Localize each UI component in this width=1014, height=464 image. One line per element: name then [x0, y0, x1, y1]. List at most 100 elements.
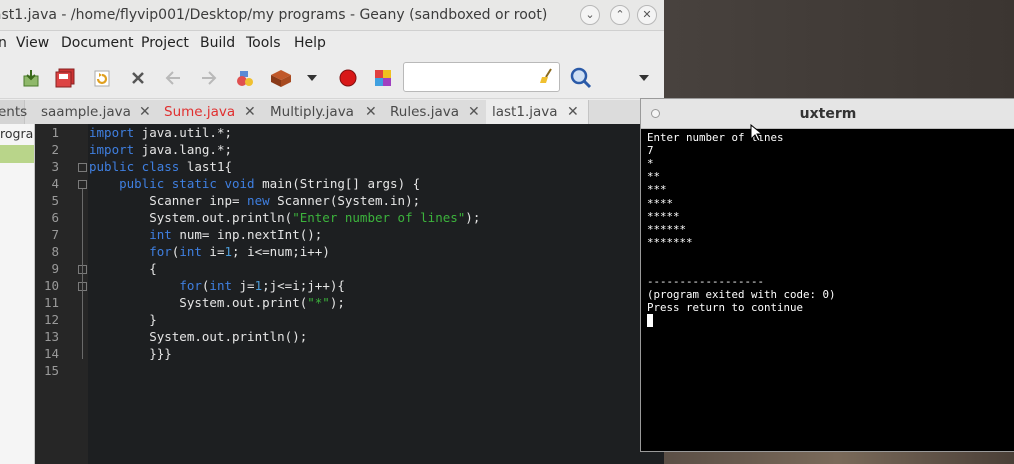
code-token: java.lang.*; [134, 142, 232, 157]
document-tabs: ents saample.java ✕ Sume.java ✕ Multiply… [0, 100, 664, 125]
minimize-button[interactable]: ⌄ [580, 5, 600, 25]
fold-guide-line [82, 189, 83, 359]
terminal-line: ***** [647, 209, 680, 223]
code-token: } [89, 312, 157, 327]
close-icon: ✕ [642, 8, 652, 21]
line-number: 6 [51, 210, 59, 225]
window-title: last1.java - /home/flyvip001/Desktop/my … [0, 7, 548, 23]
revert-icon [94, 70, 110, 87]
uxterm-title: uxterm [799, 106, 857, 122]
line-number: 8 [51, 244, 59, 259]
save-all-button[interactable] [18, 66, 44, 90]
code-line: int num= inp.nextInt(); [89, 227, 322, 242]
sidebar-item-selected[interactable] [0, 145, 34, 163]
line-number: 9 [51, 261, 59, 276]
code-line: }}} [89, 346, 172, 361]
sidebar-item-programs[interactable]: rograms [0, 126, 34, 144]
terminal-line: 7 [647, 144, 654, 158]
line-number: 10 [43, 278, 59, 293]
code-token: main(String[] args) { [254, 176, 421, 191]
find-icon [570, 67, 592, 89]
forward-icon [202, 71, 217, 85]
terminal-line: ------------------ [647, 275, 765, 289]
menu-help[interactable]: Help [294, 35, 326, 51]
compile-button[interactable] [232, 66, 258, 90]
menu-tools[interactable]: Tools [246, 35, 281, 51]
menu-document[interactable]: Document [61, 35, 134, 51]
code-token: ); [329, 295, 345, 310]
maximize-button[interactable]: ⌃ [610, 5, 630, 25]
tab-multiply[interactable]: Multiply.java ✕ [264, 100, 385, 124]
geany-titlebar[interactable]: last1.java - /home/flyvip001/Desktop/my … [0, 0, 664, 31]
code-token: import [89, 142, 135, 157]
find-button[interactable] [568, 66, 594, 90]
sidebar-item-label: rograms [0, 126, 34, 141]
compile-icon [237, 71, 253, 86]
tab-close-icon[interactable]: ✕ [567, 100, 579, 124]
terminal-line: **** [647, 196, 674, 210]
color-chooser-button[interactable] [370, 66, 396, 90]
stop-button[interactable] [335, 66, 361, 90]
terminal-line: ******* [647, 235, 693, 249]
terminal-output[interactable]: Enter number of lines 7 * ** *** **** ***** ***… [645, 129, 1011, 447]
tab-close-icon[interactable]: ✕ [139, 100, 151, 124]
build-menu-button[interactable] [302, 66, 322, 90]
sidebar-tab-documents[interactable]: ents [0, 100, 28, 124]
toolbar-overflow-button[interactable] [634, 66, 654, 90]
tab-close-icon[interactable]: ✕ [365, 100, 377, 124]
line-number-gutter: 1 2 3 4 5 6 7 8 9 10 11 12 13 14 15 [35, 124, 88, 464]
menu-project[interactable]: Project [141, 35, 189, 51]
forward-button[interactable] [196, 66, 222, 90]
line-number: 2 [51, 142, 59, 157]
fold-marker-icon[interactable] [78, 180, 87, 189]
terminal-cursor [647, 314, 653, 328]
tab-label: saample.java [41, 104, 131, 120]
sidebar-tab-label: ents [0, 104, 28, 120]
tab-label: Multiply.java [270, 104, 354, 120]
code-token: "*" [307, 295, 330, 310]
code-line: { [89, 261, 157, 276]
close-file-button[interactable] [125, 66, 151, 90]
search-input[interactable] [403, 62, 560, 92]
code-line: Scanner inp= new Scanner(System.in); [89, 193, 420, 208]
line-number: 3 [51, 159, 59, 174]
uxterm-titlebar[interactable]: uxterm [641, 99, 1014, 129]
line-number: 4 [51, 176, 59, 191]
build-menu-icon [307, 75, 317, 81]
revert-button[interactable] [89, 66, 115, 90]
tab-saample[interactable]: saample.java ✕ [35, 100, 159, 124]
code-token: int [179, 244, 202, 259]
tab-rules[interactable]: Rules.java ✕ [384, 100, 487, 124]
code-token: }}} [89, 346, 172, 361]
code-editor[interactable]: 1 2 3 4 5 6 7 8 9 10 11 12 13 14 15 import java.util.*… [35, 124, 664, 464]
line-number: 15 [43, 363, 59, 378]
code-token: 1 [254, 278, 263, 293]
tab-close-icon[interactable]: ✕ [468, 100, 480, 124]
code-token: System.out.println( [89, 210, 293, 225]
menu-edit-partial[interactable]: n [0, 35, 7, 51]
terminal-line: ****** [647, 222, 687, 236]
code-token: new [247, 193, 270, 208]
tab-last1[interactable]: last1.java ✕ [486, 100, 589, 124]
back-button[interactable] [160, 66, 186, 90]
clear-icon[interactable] [539, 68, 555, 84]
code-token: Scanner inp= [89, 193, 248, 208]
terminal-line: (program exited with code: 0) [647, 288, 836, 302]
save-button[interactable] [52, 66, 78, 90]
menu-build[interactable]: Build [200, 35, 235, 51]
code-line: for(int j=1;j<=i;j++){ [89, 278, 345, 293]
code-line: for(int i=1; i<=num;i++) [89, 244, 330, 259]
line-number: 1 [51, 125, 59, 140]
tab-close-icon[interactable]: ✕ [244, 100, 256, 124]
fold-marker-icon[interactable] [78, 163, 87, 172]
sidebar: rograms [0, 124, 35, 464]
menu-view[interactable]: View [16, 35, 49, 51]
tab-sume[interactable]: Sume.java ✕ [158, 100, 265, 124]
close-button[interactable]: ✕ [637, 5, 657, 25]
code-token: java.util.*; [134, 125, 232, 140]
build-button[interactable] [268, 66, 294, 90]
code-token: public class [89, 159, 180, 174]
overflow-icon [639, 75, 649, 81]
